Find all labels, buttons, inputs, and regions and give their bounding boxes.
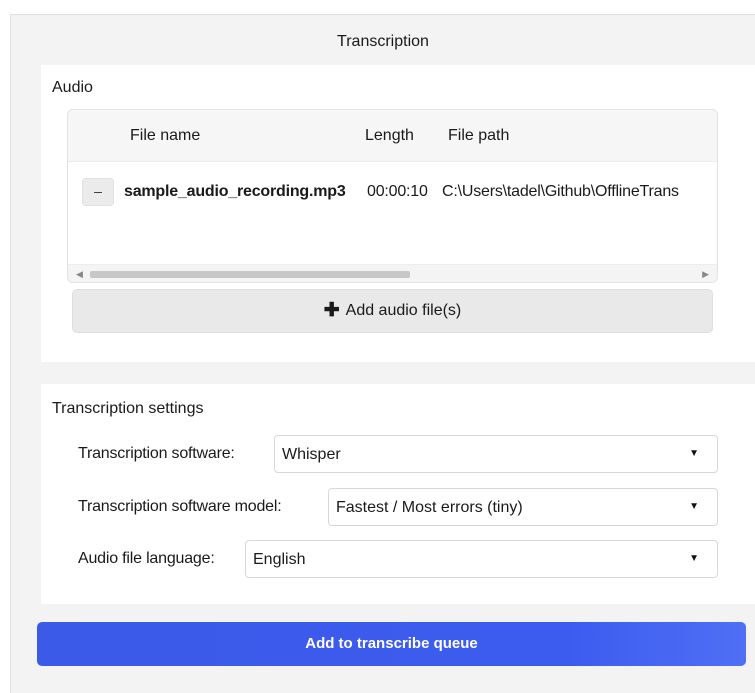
column-header-file-path[interactable]: File path bbox=[448, 127, 509, 145]
file-length-cell: 00:00:10 bbox=[367, 183, 428, 200]
add-audio-files-label: Add audio file(s) bbox=[345, 302, 462, 319]
software-select-value: Whisper bbox=[282, 446, 341, 463]
window-title: Transcription bbox=[337, 33, 429, 50]
language-select[interactable]: English ▼ bbox=[245, 540, 718, 578]
horizontal-scrollbar[interactable]: ◀ ▶ bbox=[68, 264, 717, 282]
audio-heading: Audio bbox=[52, 79, 93, 96]
language-label-text: Audio file language bbox=[78, 550, 211, 567]
scrollbar-thumb[interactable] bbox=[90, 271, 410, 278]
model-label: Transcription software model: bbox=[78, 498, 282, 515]
dropdown-caret-icon: ▼ bbox=[689, 448, 699, 459]
table-row: – sample_audio_recording.mp3 00:00:10 C:… bbox=[68, 162, 717, 218]
setting-row-model: Transcription software model: Fastest / … bbox=[41, 488, 755, 526]
software-label: Transcription software: bbox=[78, 445, 235, 462]
settings-heading: Transcription settings bbox=[52, 400, 204, 417]
plus-icon: ✚ bbox=[323, 300, 340, 321]
transcription-window: Transcription Audio File name Length Fil… bbox=[10, 14, 755, 693]
model-select-value: Fastest / Most errors (tiny) bbox=[336, 499, 523, 516]
setting-row-software: Transcription software: Whisper ▼ bbox=[41, 435, 755, 473]
table-header: File name Length File path bbox=[68, 110, 717, 162]
audio-panel: Audio File name Length File path – sampl… bbox=[41, 65, 755, 362]
scroll-left-arrow-icon[interactable]: ◀ bbox=[76, 269, 83, 280]
transcription-settings-panel: Transcription settings Transcription sof… bbox=[41, 384, 755, 604]
dropdown-caret-icon: ▼ bbox=[689, 553, 699, 564]
dropdown-caret-icon: ▼ bbox=[689, 501, 699, 512]
model-select[interactable]: Fastest / Most errors (tiny) ▼ bbox=[328, 488, 718, 526]
audio-file-table: File name Length File path – sample_audi… bbox=[67, 109, 718, 283]
language-select-value: English bbox=[253, 551, 306, 568]
software-label-text: Transcription software bbox=[78, 445, 231, 462]
column-header-length[interactable]: Length bbox=[365, 127, 414, 145]
remove-file-button[interactable]: – bbox=[82, 178, 114, 206]
add-to-transcribe-queue-button[interactable]: Add to transcribe queue bbox=[37, 622, 746, 666]
file-name-cell: sample_audio_recording.mp3 bbox=[124, 183, 346, 200]
setting-row-language: Audio file language: English ▼ bbox=[41, 540, 755, 578]
file-path-cell: C:\Users\tadel\Github\OfflineTrans bbox=[442, 183, 679, 200]
add-audio-files-button[interactable]: ✚ Add audio file(s) bbox=[72, 289, 713, 333]
column-header-file-name[interactable]: File name bbox=[130, 127, 200, 145]
language-label: Audio file language: bbox=[78, 550, 215, 567]
software-select[interactable]: Whisper ▼ bbox=[274, 435, 718, 473]
scroll-right-arrow-icon[interactable]: ▶ bbox=[702, 269, 709, 280]
model-label-text: Transcription software model bbox=[78, 498, 278, 515]
